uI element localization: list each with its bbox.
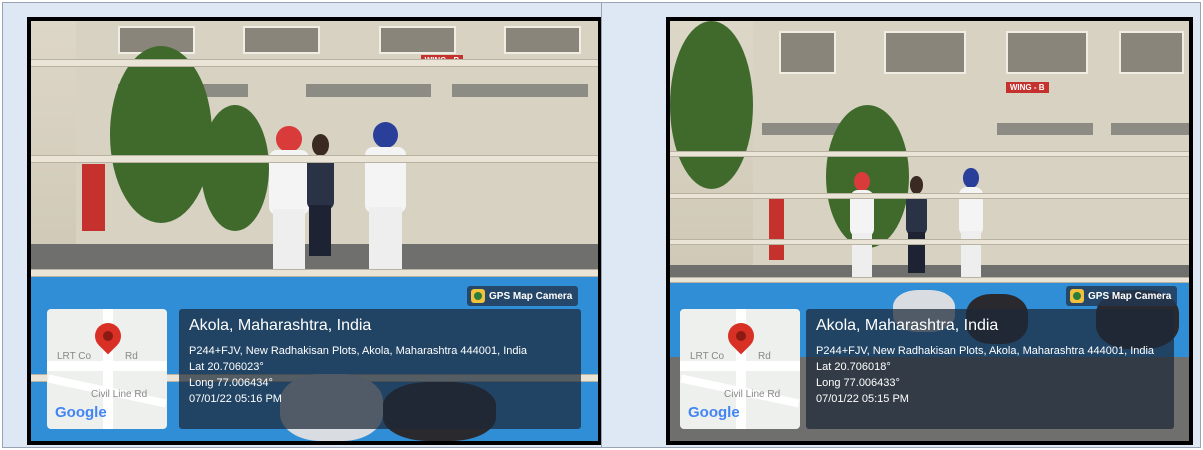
tree — [670, 21, 754, 189]
minimap: LRT Co Rd Civil Line Rd Google — [680, 309, 800, 429]
ring-rope — [670, 239, 1189, 246]
latitude: Lat 20.706018° — [816, 361, 891, 373]
image-table: WING - B — [0, 0, 1203, 450]
road-label: Civil Line Rd — [91, 389, 148, 400]
address: P244+FJV, New Radhakisan Plots, Akola, M… — [189, 345, 528, 357]
awning — [451, 84, 588, 97]
wing-sign: WING - B — [1005, 81, 1049, 93]
road-label: Civil Line Rd — [724, 389, 781, 400]
minimap: LRT Co Rd Civil Line Rd Google — [47, 309, 167, 429]
longitude: Long 77.006433° — [816, 377, 900, 389]
helmet — [372, 121, 399, 149]
tree — [110, 46, 213, 223]
legs — [272, 208, 306, 269]
head — [311, 134, 329, 157]
red-post-pad — [82, 163, 105, 231]
referee-jacket — [906, 192, 927, 237]
location-title: Akola, Maharashtra, India — [189, 317, 372, 334]
window — [504, 25, 582, 55]
road-label: Rd — [758, 351, 771, 362]
left-photo: WING - B — [27, 17, 602, 445]
google-logo: Google — [688, 404, 740, 421]
location-title: Akola, Maharashtra, India — [816, 317, 999, 334]
awning — [1110, 123, 1189, 136]
location-info-panel: Akola, Maharashtra, India P244+FJV, New … — [179, 309, 581, 429]
ring-rope — [31, 58, 598, 67]
location-pin-icon — [722, 317, 760, 355]
longitude: Long 77.006434° — [189, 377, 273, 389]
badge-label: GPS Map Camera — [489, 290, 573, 302]
location-pin-icon — [89, 317, 127, 355]
tree — [201, 105, 270, 231]
window — [378, 25, 456, 55]
legs — [961, 231, 981, 278]
gps-camera-badge: GPS Map Camera — [467, 286, 579, 306]
fighter-blue-helmet — [955, 168, 986, 278]
awning — [997, 123, 1094, 136]
helmet — [963, 168, 979, 188]
referee-legs — [309, 205, 332, 257]
address: P244+FJV, New Radhakisan Plots, Akola, M… — [816, 345, 1155, 357]
fighter-red-helmet — [846, 172, 877, 278]
referee — [303, 134, 337, 257]
legs — [369, 207, 402, 269]
right-cell: WING - B GPS Map Camera LRT Co Rd Civil … — [601, 2, 1201, 448]
google-logo: Google — [55, 404, 107, 421]
location-info-panel: Akola, Maharashtra, India P244+FJV, New … — [806, 309, 1174, 429]
window — [1119, 30, 1185, 74]
ring-rope — [670, 193, 1189, 200]
latitude: Lat 20.706023° — [189, 361, 264, 373]
gps-camera-icon — [1070, 289, 1084, 303]
right-photo: WING - B GPS Map Camera LRT Co Rd Civil … — [666, 17, 1193, 445]
fighter-blue-helmet — [360, 121, 411, 269]
left-cell: WING - B — [2, 2, 602, 448]
road-label: Rd — [125, 351, 138, 362]
red-post-pad — [768, 197, 785, 261]
head — [910, 176, 923, 194]
referee — [904, 176, 930, 273]
gps-camera-badge: GPS Map Camera — [1066, 286, 1178, 306]
window — [779, 30, 836, 74]
datetime: 07/01/22 05:15 PM — [816, 393, 909, 405]
window — [243, 25, 321, 55]
helmet — [276, 126, 302, 152]
ring-rope — [31, 155, 598, 164]
helmet — [854, 172, 870, 192]
ring-rope — [670, 151, 1189, 158]
road-label: LRT Co — [57, 351, 92, 362]
window — [1005, 30, 1089, 74]
awning — [305, 84, 432, 97]
road-label: LRT Co — [690, 351, 725, 362]
window — [883, 30, 967, 74]
ring-rope — [31, 268, 598, 277]
ring-rope — [670, 277, 1189, 284]
datetime: 07/01/22 05:16 PM — [189, 393, 282, 405]
gps-camera-icon — [471, 289, 485, 303]
badge-label: GPS Map Camera — [1088, 290, 1172, 302]
